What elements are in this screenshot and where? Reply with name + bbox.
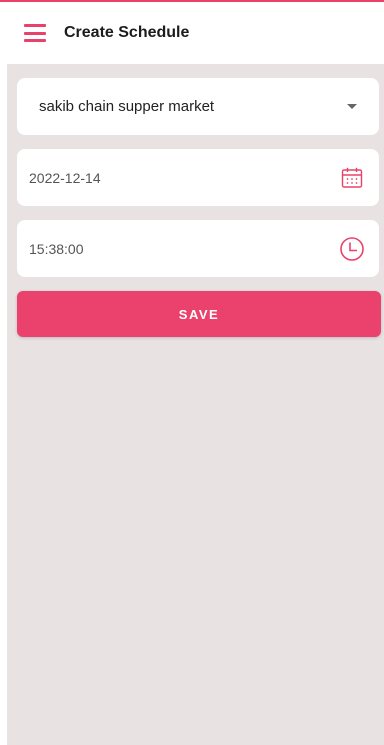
date-field-value: 2022-12-14 — [29, 169, 101, 186]
clock-icon[interactable] — [339, 236, 365, 262]
hamburger-menu-icon[interactable] — [24, 24, 46, 42]
app-bar: Create Schedule — [0, 2, 384, 64]
form-container: sakib chain supper market 2022-12-14 15:… — [7, 64, 384, 745]
dropdown-caret-icon — [347, 104, 357, 109]
time-field-value: 15:38:00 — [29, 240, 84, 257]
calendar-icon[interactable] — [339, 165, 365, 191]
create-schedule-screen: Create Schedule sakib chain supper marke… — [0, 0, 384, 745]
date-field[interactable]: 2022-12-14 — [17, 149, 379, 206]
shop-select-value: sakib chain supper market — [39, 98, 215, 115]
page-title: Create Schedule — [64, 24, 190, 41]
save-button[interactable]: SAVE — [17, 291, 381, 337]
time-field[interactable]: 15:38:00 — [17, 220, 379, 277]
shop-select[interactable]: sakib chain supper market — [17, 78, 379, 135]
